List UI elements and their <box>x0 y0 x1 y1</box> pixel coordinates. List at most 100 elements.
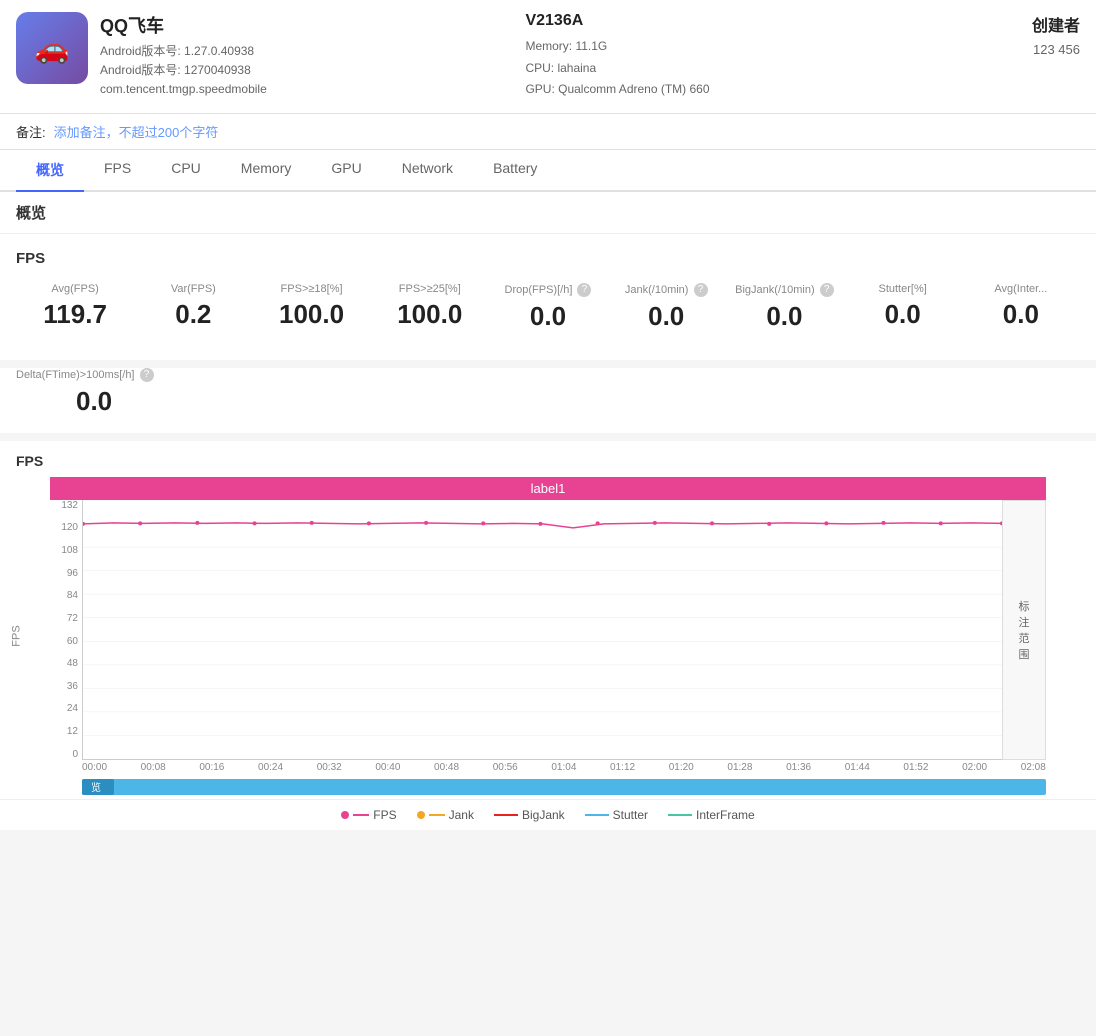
metric-avg-fps: Avg(FPS) 119.7 <box>16 283 134 330</box>
x-label-8: 01:04 <box>551 762 576 773</box>
metric-value-avg-fps: 119.7 <box>16 299 134 330</box>
chart-scrollbar[interactable]: 览 <box>82 779 1046 795</box>
legend-bar: FPS Jank BigJank Stutter InterFrame <box>0 799 1096 830</box>
x-label-0: 00:00 <box>82 762 107 773</box>
y-axis-title: FPS <box>11 625 23 646</box>
tab-fps[interactable]: FPS <box>84 150 151 190</box>
metric-value-fps-25: 100.0 <box>371 299 489 330</box>
fps-section-title: FPS <box>16 250 1080 267</box>
legend-interframe-label: InterFrame <box>696 808 755 822</box>
metric-drop-fps: Drop(FPS)[/h] ? 0.0 <box>489 283 607 332</box>
help-bigjank[interactable]: ? <box>820 283 834 297</box>
metric-var-fps: Var(FPS) 0.2 <box>134 283 252 330</box>
legend-fps-line <box>353 814 369 816</box>
chart-svg <box>83 500 1002 759</box>
legend-stutter-line <box>585 814 609 816</box>
tab-bar: 概览 FPS CPU Memory GPU Network Battery <box>0 150 1096 192</box>
y-label-0: 0 <box>50 749 82 760</box>
y-label-36: 36 <box>50 681 82 692</box>
x-label-15: 02:00 <box>962 762 987 773</box>
x-label-13: 01:44 <box>845 762 870 773</box>
metric-label-drop-fps: Drop(FPS)[/h] ? <box>489 283 607 297</box>
y-label-120: 120 <box>50 522 82 533</box>
creator-label: 创建者 <box>1032 12 1080 36</box>
metric-label-stutter: Stutter[%] <box>844 283 962 295</box>
tab-cpu[interactable]: CPU <box>151 150 221 190</box>
help-delta[interactable]: ? <box>140 368 154 382</box>
note-bar: 备注: 添加备注，不超过200个字符 <box>0 114 1096 150</box>
metric-label-fps-18: FPS>≥18[%] <box>252 283 370 295</box>
gpu-info: GPU: Qualcomm Adreno (TM) 660 <box>525 79 1012 101</box>
metric-label-var-fps: Var(FPS) <box>134 283 252 295</box>
legend-fps-icon <box>341 811 349 819</box>
y-label-48: 48 <box>50 658 82 669</box>
legend-jank-icon <box>417 811 425 819</box>
help-drop-fps[interactable]: ? <box>577 283 591 297</box>
fps-metrics: FPS Avg(FPS) 119.7 Var(FPS) 0.2 FPS>≥18[… <box>0 234 1096 360</box>
metric-label-bigjank: BigJank(/10min) ? <box>725 283 843 297</box>
delta-value: 0.0 <box>76 386 1080 417</box>
metric-fps-25: FPS>≥25[%] 100.0 <box>371 283 489 330</box>
x-label-10: 01:20 <box>669 762 694 773</box>
header: 🚗 QQ飞车 Android版本号: 1.27.0.40938 Android版… <box>0 0 1096 114</box>
tab-memory[interactable]: Memory <box>221 150 312 190</box>
help-jank[interactable]: ? <box>694 283 708 297</box>
right-panel-line2: 注 <box>1019 614 1030 630</box>
tab-battery[interactable]: Battery <box>473 150 557 190</box>
metric-value-avg-inter: 0.0 <box>962 299 1080 330</box>
metric-bigjank: BigJank(/10min) ? 0.0 <box>725 283 843 332</box>
x-label-2: 00:16 <box>199 762 224 773</box>
cpu-info: CPU: lahaina <box>525 58 1012 80</box>
memory-info: Memory: 11.1G <box>525 36 1012 58</box>
metric-fps-18: FPS>≥18[%] 100.0 <box>252 283 370 330</box>
note-placeholder[interactable]: 添加备注，不超过200个字符 <box>54 122 219 141</box>
legend-stutter: Stutter <box>585 808 648 822</box>
metric-label-fps-25: FPS>≥25[%] <box>371 283 489 295</box>
right-panel-line3: 范 <box>1019 630 1030 646</box>
x-label-5: 00:40 <box>375 762 400 773</box>
legend-jank-label: Jank <box>449 808 474 822</box>
creator-id: 123 456 <box>1032 42 1080 57</box>
chart-right-panel: 标 注 范 围 <box>1002 500 1046 760</box>
metric-label-avg-fps: Avg(FPS) <box>16 283 134 295</box>
metric-value-stutter: 0.0 <box>844 299 962 330</box>
metrics-row: Avg(FPS) 119.7 Var(FPS) 0.2 FPS>≥18[%] 1… <box>16 283 1080 332</box>
y-label-84: 84 <box>50 590 82 601</box>
y-label-108: 108 <box>50 545 82 556</box>
right-panel-line1: 标 <box>1019 598 1030 614</box>
y-label-12: 12 <box>50 726 82 737</box>
legend-stutter-label: Stutter <box>613 808 648 822</box>
tab-network[interactable]: Network <box>382 150 473 190</box>
tab-gpu[interactable]: GPU <box>311 150 381 190</box>
x-label-7: 00:56 <box>493 762 518 773</box>
chart-label1: label1 <box>531 481 566 496</box>
app-name: QQ飞车 <box>100 12 505 38</box>
metric-value-jank: 0.0 <box>607 301 725 332</box>
metric-jank: Jank(/10min) ? 0.0 <box>607 283 725 332</box>
x-label-16: 02:08 <box>1021 762 1046 773</box>
tab-overview[interactable]: 概览 <box>16 150 84 190</box>
device-version: V2136A <box>525 12 1012 30</box>
device-info: V2136A Memory: 11.1G CPU: lahaina GPU: Q… <box>505 12 1032 101</box>
x-label-6: 00:48 <box>434 762 459 773</box>
section-title: 概览 <box>16 205 46 222</box>
scrollbar-handle[interactable]: 览 <box>82 779 110 795</box>
x-label-1: 00:08 <box>141 762 166 773</box>
y-label-72: 72 <box>50 613 82 624</box>
android-version: Android版本号: 1.27.0.40938 <box>100 42 505 61</box>
y-label-96: 96 <box>50 568 82 579</box>
creator-info: 创建者 123 456 <box>1032 12 1080 57</box>
legend-bigjank-label: BigJank <box>522 808 565 822</box>
x-axis-labels: 00:00 00:08 00:16 00:24 00:32 00:40 00:4… <box>50 760 1046 775</box>
legend-interframe: InterFrame <box>668 808 755 822</box>
y-label-132: 132 <box>50 500 82 511</box>
delta-label: Delta(FTime)>100ms[/h] ? <box>16 368 1080 382</box>
legend-fps-label: FPS <box>373 808 396 822</box>
app-info: QQ飞车 Android版本号: 1.27.0.40938 Android版本号… <box>100 12 505 100</box>
metric-label-avg-inter: Avg(Inter... <box>962 283 1080 295</box>
right-panel-line4: 围 <box>1019 646 1030 662</box>
legend-jank: Jank <box>417 808 474 822</box>
chart-label-bar: label1 <box>50 477 1046 500</box>
section-header: 概览 <box>0 192 1096 234</box>
chart-section: FPS label1 FPS 0 12 24 36 48 60 72 84 96… <box>0 441 1096 830</box>
